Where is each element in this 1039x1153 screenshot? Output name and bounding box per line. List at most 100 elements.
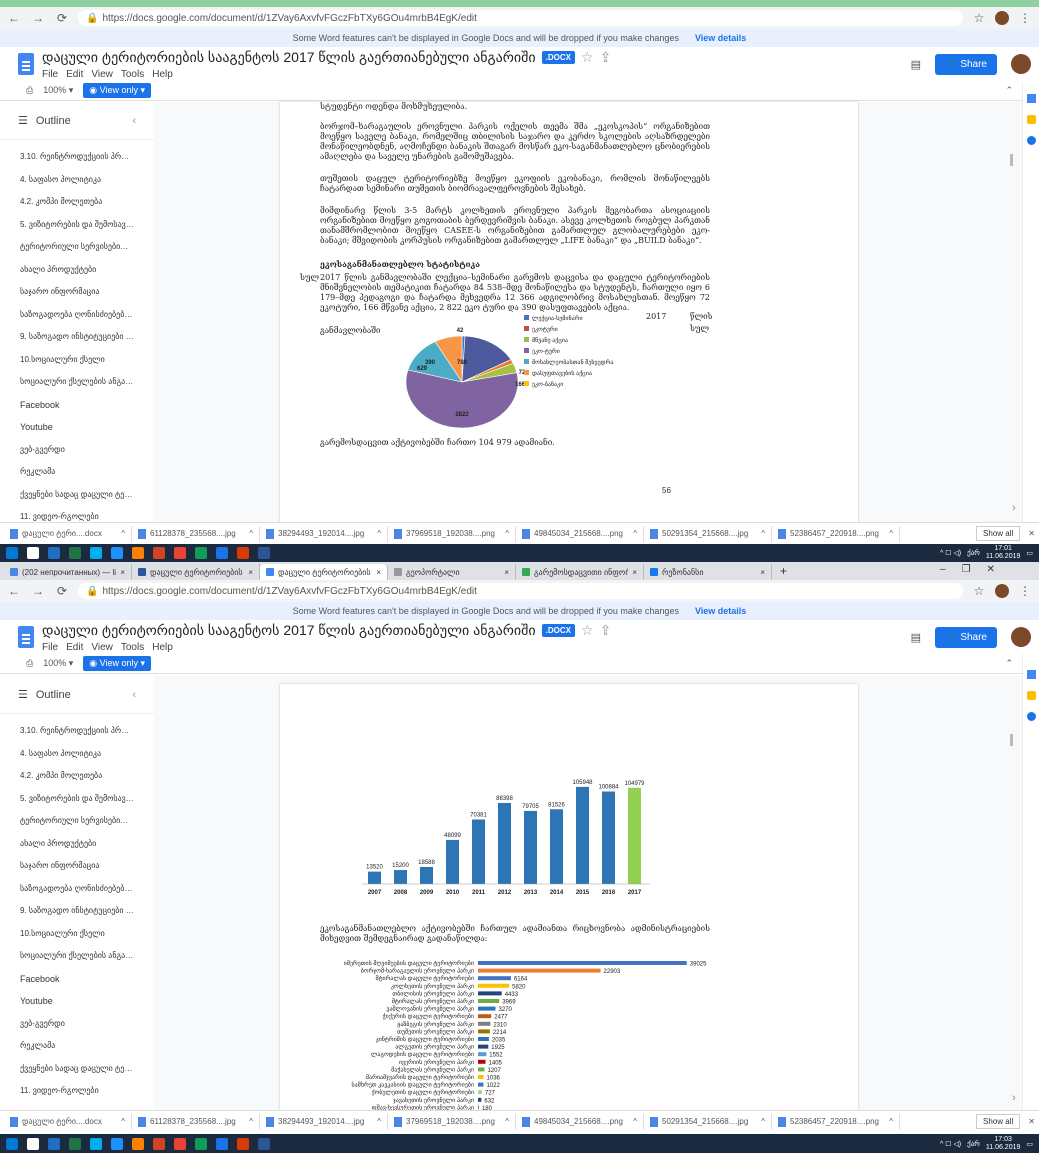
outline-item[interactable]: ქვეყნები სადაც დაცული ტერიტორ... (0, 484, 154, 507)
taskbar-app-icon[interactable] (48, 547, 60, 559)
outline-item[interactable]: 4. საფასო პოლიტიკა (0, 169, 154, 192)
back-icon[interactable]: ← (6, 10, 22, 26)
view-only-button-2[interactable]: ◉ View only ▾ (83, 656, 152, 671)
outline-item[interactable]: 10.სოციალური ქსელი (0, 349, 154, 372)
taskbar-app-icon[interactable] (258, 1137, 270, 1150)
move-folder-icon[interactable]: ⇪ (600, 49, 612, 66)
download-options-icon[interactable]: ^ (889, 1117, 893, 1126)
outline-item[interactable]: 4. საფასო პოლიტიკა (0, 743, 154, 766)
browser-tab[interactable]: დაცული ტერიტორიების სა × (132, 564, 260, 580)
outline-item[interactable]: 9. საზოგადო ინსტიტუციები და მა... (0, 326, 154, 349)
download-options-icon[interactable]: ^ (249, 529, 253, 538)
taskbar-app-icon[interactable] (132, 1137, 144, 1150)
outline-item[interactable]: ტერიტორიული სერვისებიდან მიღებ... (0, 810, 154, 833)
browser-tab[interactable]: დაცული ტერიტორიების სა × (260, 564, 388, 580)
download-options-icon[interactable]: ^ (633, 1117, 637, 1126)
close-downloads-icon[interactable]: ✕ (1028, 1117, 1035, 1126)
tab-close-icon[interactable]: × (760, 568, 765, 577)
taskbar-app-icon[interactable] (237, 547, 249, 559)
menu-tools-2[interactable]: Tools (121, 642, 144, 653)
taskbar-app-icon[interactable] (216, 1137, 228, 1150)
taskbar-app-icon[interactable] (90, 1137, 102, 1150)
browser-tab[interactable]: გეოპორტალი × (388, 564, 516, 580)
taskbar-app-icon[interactable] (69, 1137, 81, 1150)
menu-help-2[interactable]: Help (152, 642, 173, 653)
kebab-menu-icon[interactable]: ⋮ (1017, 10, 1033, 26)
comment-icon-2[interactable]: ▤ (911, 631, 921, 644)
download-item[interactable]: 61128378_235568....jpg ^ (132, 525, 260, 542)
scroll-right-icon-2[interactable]: › (1012, 1092, 1016, 1104)
bookmark-star-icon-2[interactable]: ☆ (971, 583, 987, 599)
taskbar-app-icon[interactable] (111, 1137, 123, 1150)
share-button-2[interactable]: 👤 Share (935, 626, 997, 648)
calendar-icon[interactable] (1027, 94, 1036, 103)
calendar-icon-2[interactable] (1027, 670, 1036, 679)
taskbar-app-icon[interactable] (237, 1137, 249, 1150)
profile-avatar[interactable] (995, 11, 1009, 25)
account-avatar-2[interactable] (1011, 627, 1031, 647)
download-options-icon[interactable]: ^ (505, 529, 509, 538)
taskbar-app-icon[interactable] (195, 547, 207, 559)
zoom-select-2[interactable]: 100% ▾ (43, 658, 73, 669)
download-options-icon[interactable]: ^ (249, 1117, 253, 1126)
outline-item[interactable]: რეკლამა (0, 461, 154, 484)
download-item[interactable]: 61128378_235568....jpg ^ (132, 1113, 260, 1130)
browser-tab[interactable]: (202 непрочитанных) — lika_st× (4, 564, 132, 580)
taskbar-app-icon[interactable] (195, 1137, 207, 1150)
account-avatar[interactable] (1011, 54, 1031, 74)
menu-tools[interactable]: Tools (121, 69, 144, 80)
tab-close-icon[interactable]: × (504, 568, 509, 577)
outline-item[interactable]: Facebook (0, 968, 154, 991)
view-only-button[interactable]: ◉ View only ▾ (83, 83, 152, 98)
taskbar-app-icon[interactable] (111, 547, 123, 559)
outline-item[interactable]: საჯარო ინფორმაცია (0, 281, 154, 304)
view-details-link-2[interactable]: View details (695, 606, 746, 616)
download-item[interactable]: 52386457_220918....png ^ (772, 525, 900, 542)
outline-item[interactable]: 3.10. რეინტროდუქციის პროგრამები დაცული ტ… (0, 720, 154, 743)
notification-icon[interactable]: ▭ (1026, 549, 1033, 557)
print-icon-2[interactable]: ⎙ (26, 658, 33, 669)
taskbar-app-icon[interactable] (153, 1137, 165, 1150)
download-options-icon[interactable]: ^ (377, 1117, 381, 1126)
download-options-icon[interactable]: ^ (377, 529, 381, 538)
taskbar-app-icon[interactable] (90, 547, 102, 559)
tasks-icon[interactable] (1027, 136, 1036, 145)
tab-close-icon[interactable]: × (120, 568, 125, 577)
taskbar-app-icon[interactable] (69, 547, 81, 559)
keep-icon[interactable] (1027, 115, 1036, 124)
outline-item[interactable]: სოციალური ქსელების ანგარიში - ი... (0, 945, 154, 968)
search-icon[interactable] (27, 547, 39, 559)
tray-lang-2[interactable]: ქარ (967, 1140, 980, 1148)
show-all-button[interactable]: Show all (976, 526, 1021, 541)
menu-view[interactable]: View (91, 69, 113, 80)
doc-title[interactable]: დაცული ტერიტორიების სააგენტოს 2017 წლის … (42, 49, 536, 66)
outline-close-icon[interactable]: ‹ (132, 115, 136, 127)
download-item[interactable]: დაცული ტერი....docx ^ (4, 1113, 132, 1130)
star-icon-2[interactable]: ☆ (581, 622, 594, 639)
download-item[interactable]: 52386457_220918....png ^ (772, 1113, 900, 1130)
browser-tab[interactable]: გარემოსდაცვითი ინფორმაც × (516, 564, 644, 580)
forward-icon-2[interactable]: → (30, 583, 46, 599)
download-item[interactable]: 37969518_192038....png ^ (388, 1113, 516, 1130)
outline-item[interactable]: ვებ-გვერდი (0, 439, 154, 462)
download-options-icon[interactable]: ^ (889, 529, 893, 538)
tray-clock-2[interactable]: 17:03 11.06.2019 (986, 1136, 1021, 1152)
download-options-icon[interactable]: ^ (633, 529, 637, 538)
taskbar-app-icon[interactable] (48, 1137, 60, 1150)
outline-item[interactable]: ვებ-გვერდი (0, 1013, 154, 1036)
outline-item[interactable]: საზოგადოება ღონისძიებები და საინფ... (0, 304, 154, 327)
doc-title-2[interactable]: დაცული ტერიტორიების სააგენტოს 2017 წლის … (42, 622, 536, 639)
comment-icon[interactable]: ▤ (911, 58, 921, 71)
close-downloads-icon[interactable]: ✕ (1028, 529, 1035, 538)
taskbar-app-icon[interactable] (153, 547, 165, 559)
outline-item[interactable]: 5. ვიზიტორების და შემოსავლების ... (0, 788, 154, 811)
back-icon-2[interactable]: ← (6, 583, 22, 599)
menu-file-2[interactable]: File (42, 642, 58, 653)
outline-item[interactable]: საჯარო ინფორმაცია (0, 855, 154, 878)
download-item[interactable]: 50291354_215668....jpg ^ (644, 1113, 772, 1130)
menu-help[interactable]: Help (152, 69, 173, 80)
scrollbar-thumb-2[interactable] (1010, 734, 1013, 746)
outline-item[interactable]: Facebook (0, 394, 154, 417)
menu-edit[interactable]: Edit (66, 69, 83, 80)
download-item[interactable]: 38294493_192014....jpg ^ (260, 1113, 388, 1130)
